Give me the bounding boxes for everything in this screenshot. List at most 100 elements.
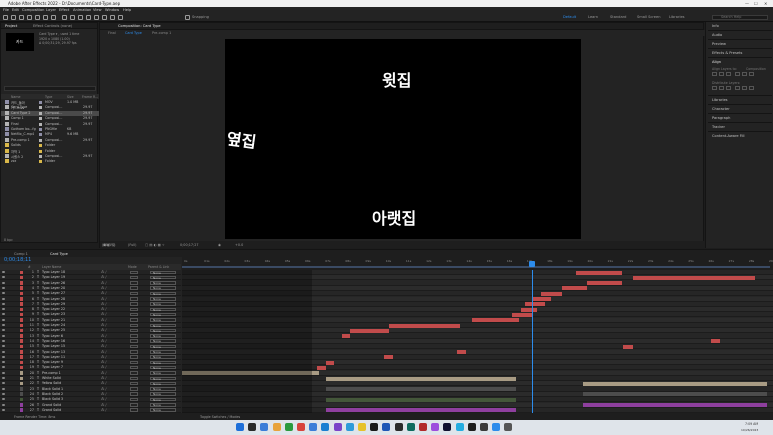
layer-name[interactable]: Typo Layer 29 [42,302,97,306]
parent-dropdown[interactable]: None [150,275,176,280]
puppet-tool-icon[interactable] [118,15,123,20]
layer-duration-bar[interactable] [325,376,516,381]
bit-depth[interactable]: 8 bpc [4,238,13,242]
layer-duration-bar[interactable] [325,387,516,392]
layer-switches-icon[interactable]: ⁂ / [101,403,106,407]
layer-row[interactable]: 24 T Black Solid 2 ⁂ / None [0,392,181,397]
menu-file[interactable]: File [3,8,9,12]
layer-switches-icon[interactable]: ⁂ / [101,312,106,316]
taskbar-app-icon[interactable] [345,423,354,431]
layer-switches-icon[interactable]: ⁂ / [101,381,106,385]
visibility-eye-icon[interactable] [2,355,5,358]
parent-dropdown[interactable]: None [150,387,176,391]
layer-switches-icon[interactable]: ⁂ / [101,365,106,369]
blend-mode-dropdown[interactable] [130,286,138,290]
layer-switches-icon[interactable]: ⁂ / [101,270,106,274]
menu-edit[interactable]: Edit [12,8,19,12]
layer-label-swatch[interactable] [20,334,23,338]
subtab-card-type[interactable]: Card Type [125,31,142,35]
blend-mode-dropdown[interactable] [130,302,138,306]
layer-label-swatch[interactable] [20,371,23,375]
layer-duration-bar[interactable] [531,297,552,301]
panel-align[interactable]: Align [712,60,721,64]
visibility-eye-icon[interactable] [2,408,5,411]
layer-name[interactable]: Typo Layer 23 [42,312,97,316]
playhead-line[interactable] [531,270,533,413]
blend-mode-dropdown[interactable] [130,297,138,301]
layer-row[interactable]: 9 T Typo Layer 23 ⁂ / None [0,312,181,318]
layer-name[interactable]: Black Solid 1 [42,387,97,391]
subtab-final[interactable]: Final [108,31,116,35]
parent-dropdown[interactable]: None [150,392,176,396]
layer-duration-bar[interactable] [710,339,720,344]
layer-label-swatch[interactable] [20,339,23,343]
project-item[interactable]: Card Type 2 Composi... 29.97 [1,110,99,116]
viewer-toggle-icons[interactable]: ▢ ▤ ◐ ▦ ✧ [145,243,165,247]
align-right-icon[interactable] [726,72,731,76]
layer-duration-bar[interactable] [384,355,393,360]
item-label-swatch[interactable] [39,101,42,104]
item-label-swatch[interactable] [39,106,42,110]
layer-label-swatch[interactable] [20,312,23,317]
parent-dropdown[interactable]: None [150,328,176,333]
menu-composition[interactable]: Composition [22,8,44,12]
layer-switches-icon[interactable]: ⁂ / [101,397,106,401]
layer-label-swatch[interactable] [20,403,23,407]
blend-mode-dropdown[interactable] [130,275,138,280]
layer-duration-bar[interactable] [350,328,389,333]
taskbar-app-icon[interactable] [248,423,257,431]
project-search-input[interactable] [4,86,96,91]
layer-switches-icon[interactable]: ⁂ / [101,334,106,338]
layer-name[interactable]: Typo Layer 19 [42,275,97,279]
eraser-tool-icon[interactable] [102,15,107,20]
clone-tool-icon[interactable] [94,15,99,20]
parent-dropdown[interactable]: None [150,397,176,402]
visibility-eye-icon[interactable] [2,398,5,401]
blend-mode-dropdown[interactable] [130,339,138,343]
layer-label-swatch[interactable] [20,408,23,412]
blend-mode-dropdown[interactable] [130,408,138,412]
layer-label-swatch[interactable] [20,323,23,327]
tab-card-type[interactable]: Card Type [50,252,68,256]
layer-name[interactable]: Grand Solid [42,408,97,412]
layer-row[interactable]: 1 T Typo Layer 18 ⁂ / None [0,270,181,275]
workspace-default[interactable]: Default [563,15,576,19]
visibility-eye-icon[interactable] [2,334,5,337]
distribute-1-icon[interactable] [712,86,717,90]
col-type[interactable]: Type [45,95,52,99]
tray-time[interactable]: 7:09 AM [745,422,758,426]
parent-dropdown[interactable]: None [150,408,176,412]
project-item[interactable]: Comp 1 Composi... 29.97 [1,116,99,121]
layer-row[interactable]: 21 T White Solid ⁂ / None [0,376,181,381]
camera-tool-icon[interactable] [43,15,48,20]
parent-dropdown[interactable]: None [150,334,176,338]
layer-label-swatch[interactable] [20,281,23,285]
visibility-eye-icon[interactable] [2,366,5,369]
parent-dropdown[interactable]: None [150,365,176,370]
viewer-current-time[interactable]: 0;00;17;27 [180,243,199,247]
taskbar-app-icon[interactable] [419,423,427,431]
layer-switches-icon[interactable]: ⁂ / [101,281,106,285]
zoom-level-dropdown[interactable]: (66.4%) [102,243,115,247]
layer-duration-bar[interactable] [316,365,326,370]
panel-preview[interactable]: Preview [712,42,726,46]
layer-label-swatch[interactable] [20,360,23,365]
layer-duration-bar[interactable] [524,302,546,307]
taskbar-app-icon[interactable] [455,423,464,431]
layer-row[interactable]: 11 T Typo Layer 24 ⁂ / None [0,323,181,328]
brush-tool-icon[interactable] [86,15,91,20]
layer-name[interactable]: Typo Layer 20 [42,286,97,290]
layer-row[interactable]: 23 T Black Solid 1 ⁂ / None [0,387,181,392]
layer-row[interactable]: 18 T Typo Layer 9 ⁂ / None [0,360,181,366]
parent-dropdown[interactable]: None [150,302,176,306]
visibility-eye-icon[interactable] [2,387,5,390]
visibility-eye-icon[interactable] [2,371,5,374]
layer-duration-bar[interactable] [582,381,768,386]
parent-dropdown[interactable]: None [150,350,176,354]
workspace-standard[interactable]: Standard [610,15,626,19]
visibility-eye-icon[interactable] [2,345,5,348]
layer-label-swatch[interactable] [20,307,23,312]
layer-name[interactable]: Black Solid 3 [42,397,97,401]
parent-dropdown[interactable]: None [150,307,176,312]
layer-name[interactable]: Typo Layer 13 [42,350,97,354]
